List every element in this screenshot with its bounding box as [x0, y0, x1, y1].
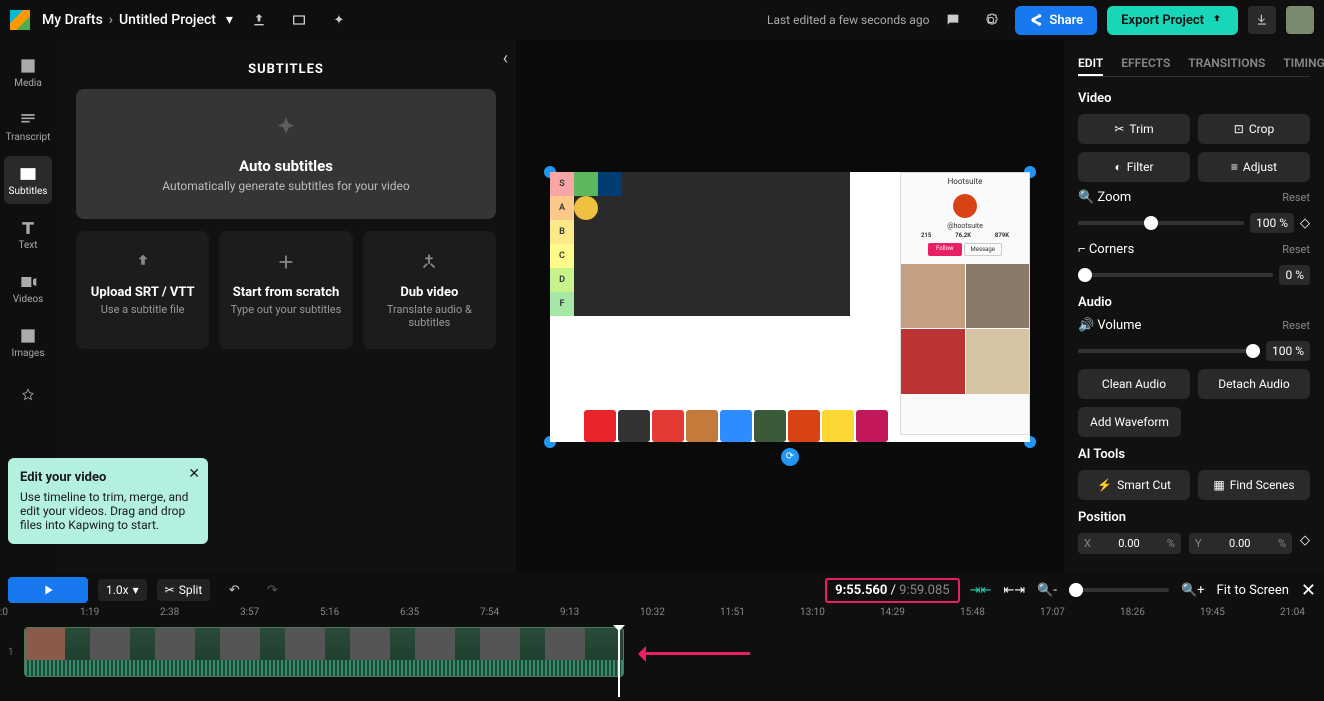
x-input[interactable]: X0.00% — [1078, 533, 1181, 554]
smart-cut-button[interactable]: ⚡ Smart Cut — [1078, 470, 1190, 500]
detach-audio-button[interactable]: Detach Audio — [1198, 369, 1310, 399]
dub-video-card[interactable]: Dub video Translate audio & subtitles — [363, 231, 496, 349]
tab-edit[interactable]: EDIT — [1078, 52, 1103, 76]
sidebar-item-transcript[interactable]: Transcript — [4, 102, 52, 150]
sidebar-item-more[interactable] — [4, 372, 52, 420]
tab-timing[interactable]: TIMING — [1283, 52, 1324, 76]
adjust-button[interactable]: ≡ Adjust — [1198, 152, 1310, 182]
diamond-icon[interactable]: ◇ — [1300, 216, 1310, 231]
layout-icon[interactable] — [285, 6, 313, 34]
play-button[interactable] — [8, 577, 88, 603]
snap-icon[interactable]: ⇥⇤ — [970, 583, 992, 598]
avatar[interactable] — [1286, 6, 1314, 34]
timeline-ruler[interactable]: :01:192:383:575:166:357:549:1310:3211:51… — [0, 607, 1324, 627]
upload-srt-card[interactable]: Upload SRT / VTT Use a subtitle file — [76, 231, 209, 349]
corners-slider[interactable] — [1078, 273, 1273, 277]
volume-slider[interactable] — [1078, 349, 1260, 353]
playhead[interactable] — [618, 627, 620, 697]
sparkle-icon[interactable]: ✦ — [325, 6, 353, 34]
annotation-arrow — [640, 652, 750, 655]
sidebar-item-text[interactable]: Text — [4, 210, 52, 258]
start-scratch-card[interactable]: Start from scratch Type out your subtitl… — [219, 231, 352, 349]
y-input[interactable]: Y0.00% — [1189, 533, 1292, 554]
zoom-in-icon[interactable]: 🔍+ — [1181, 583, 1205, 598]
track-number: 1 — [8, 627, 20, 677]
rotate-handle[interactable]: ⟳ — [781, 448, 799, 466]
split-button[interactable]: ✂ Split — [157, 579, 211, 601]
timeline-zoom-slider[interactable] — [1069, 588, 1169, 592]
fit-screen-button[interactable]: Fit to Screen — [1217, 583, 1289, 598]
sidebar-item-images[interactable]: Images — [4, 318, 52, 366]
redo-icon[interactable]: ↷ — [258, 576, 286, 604]
download-icon[interactable] — [1248, 6, 1276, 34]
last-edited-label: Last edited a few seconds ago — [767, 13, 929, 27]
panel-title: SUBTITLES — [76, 50, 496, 89]
find-scenes-button[interactable]: ▦ Find Scenes — [1198, 470, 1310, 500]
waveform — [25, 660, 623, 676]
breadcrumb: My Drafts › Untitled Project ▾ — [42, 12, 233, 28]
video-clip[interactable] — [24, 627, 624, 677]
zoom-icon: 🔍 — [1078, 190, 1094, 205]
filter-button[interactable]: ◐ Filter — [1078, 152, 1190, 182]
tab-transitions[interactable]: TRANSITIONS — [1188, 52, 1265, 76]
reset-corners[interactable]: Reset — [1282, 243, 1310, 256]
reset-volume[interactable]: Reset — [1282, 319, 1310, 332]
auto-subtitles-card[interactable]: Auto subtitles Automatically generate su… — [76, 89, 496, 219]
undo-icon[interactable]: ↶ — [220, 576, 248, 604]
canvas[interactable]: S A B C D F Hootsuite @hootsuite 21576.2… — [516, 40, 1064, 573]
time-display: 9:55.560 / 9:59.085 — [825, 578, 959, 603]
chevron-down-icon[interactable]: ▾ — [226, 12, 233, 28]
crop-button[interactable]: ⊡ Crop — [1198, 114, 1310, 144]
speed-selector[interactable]: 1.0x ▾ — [98, 579, 147, 601]
zoom-out-icon[interactable]: 🔍- — [1037, 583, 1057, 598]
diamond-icon[interactable]: ◇ — [1300, 533, 1310, 554]
reset-zoom[interactable]: Reset — [1282, 191, 1310, 204]
gear-icon[interactable] — [977, 6, 1005, 34]
zoom-slider[interactable] — [1078, 221, 1244, 225]
phone-mockup: Hootsuite @hootsuite 21576.2K879K Follow… — [900, 172, 1030, 435]
sidebar-item-videos[interactable]: Videos — [4, 264, 52, 312]
trim-button[interactable]: ✂ Trim — [1078, 114, 1190, 144]
hint-tooltip: ✕ Edit your video Use timeline to trim, … — [8, 458, 208, 544]
app-logo[interactable] — [10, 10, 30, 30]
sidebar-item-media[interactable]: Media — [4, 48, 52, 96]
breadcrumb-folder[interactable]: My Drafts — [42, 12, 103, 28]
export-button[interactable]: Export Project — [1107, 6, 1238, 35]
close-icon[interactable]: ✕ — [1301, 580, 1316, 601]
add-waveform-button[interactable]: Add Waveform — [1078, 407, 1181, 437]
trim-ends-icon[interactable]: ⇤⇥ — [1003, 583, 1025, 598]
tab-effects[interactable]: EFFECTS — [1121, 52, 1170, 76]
breadcrumb-project[interactable]: Untitled Project — [119, 12, 216, 28]
upload-icon[interactable] — [245, 6, 273, 34]
clean-audio-button[interactable]: Clean Audio — [1078, 369, 1190, 399]
sidebar-item-subtitles[interactable]: Subtitles — [4, 156, 52, 204]
chevron-right-icon: › — [109, 12, 113, 28]
collapse-panel-icon[interactable]: ‹ — [503, 48, 508, 69]
close-icon[interactable]: ✕ — [188, 466, 200, 482]
comment-icon[interactable] — [939, 6, 967, 34]
share-button[interactable]: Share — [1015, 6, 1097, 35]
tier-list-graphic: S A B C D F — [550, 172, 850, 316]
